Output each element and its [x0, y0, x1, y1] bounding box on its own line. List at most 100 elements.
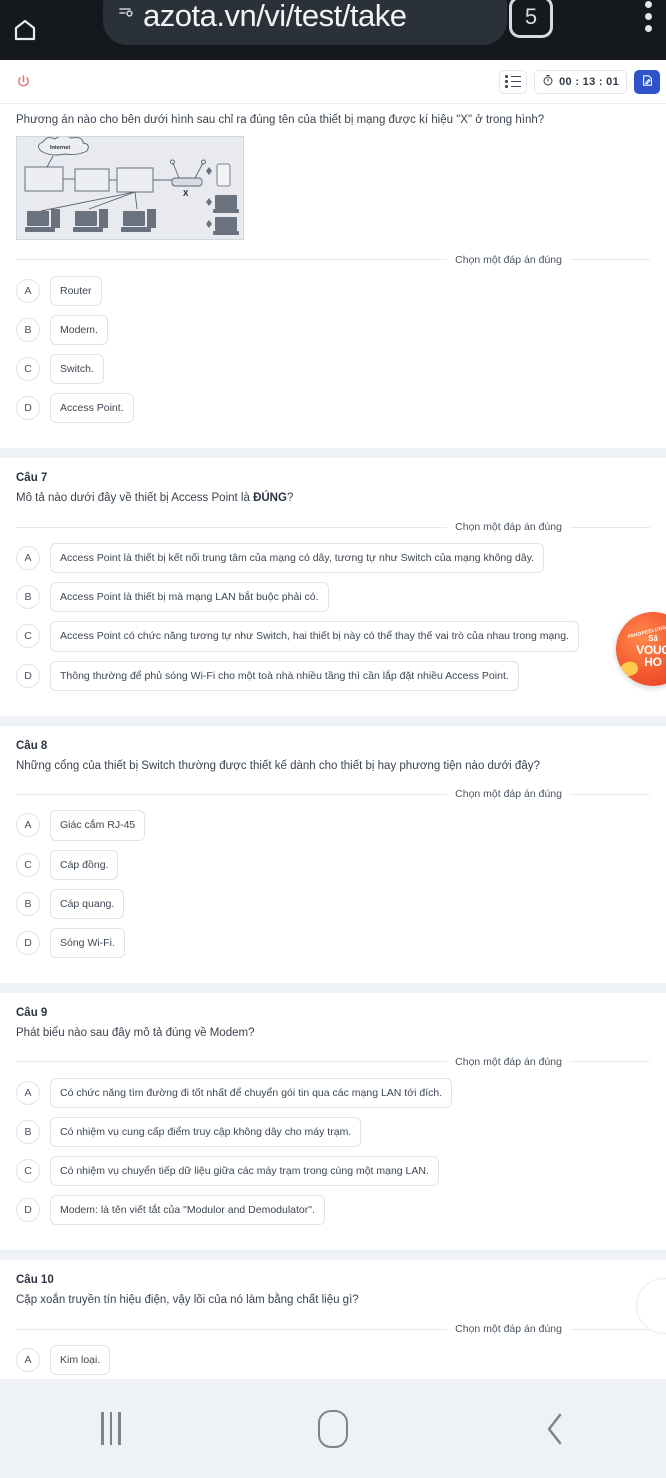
option-text[interactable]: Cáp đồng.: [50, 849, 119, 880]
recents-button[interactable]: [0, 1379, 222, 1478]
option-letter[interactable]: A: [16, 1080, 40, 1105]
option-row[interactable]: B Modem.: [16, 314, 650, 346]
option-letter[interactable]: B: [16, 317, 40, 342]
kebab-menu-icon[interactable]: [636, 0, 660, 38]
option-text[interactable]: Modem.: [50, 314, 108, 346]
option-text[interactable]: Sóng Wi-Fi.: [50, 927, 125, 959]
option-row[interactable]: D Modem: là tên viết tắt của "Modulor an…: [16, 1195, 650, 1226]
option-text[interactable]: Có nhiệm vụ cung cấp điểm truy cập không…: [50, 1116, 362, 1148]
option-row[interactable]: A Router: [16, 275, 650, 306]
option-text[interactable]: Có chức năng tìm đường đi tốt nhất để ch…: [50, 1077, 453, 1108]
question-text: Mô tả nào dưới đây về thiết bị Access Po…: [16, 490, 650, 507]
option-text[interactable]: Kim loại.: [50, 1345, 111, 1376]
option-text[interactable]: Router: [50, 275, 102, 306]
option-text[interactable]: Thông thường để phủ sóng Wi-Fi cho một t…: [50, 660, 519, 691]
option-text[interactable]: Modem: là tên viết tắt của "Modulor and …: [50, 1195, 325, 1226]
options-list: A Kim loại. C Sợi thủy tinh. B Nhựa tổng…: [16, 1345, 650, 1379]
choose-answer-label: Chọn một đáp án đúng: [455, 1323, 562, 1336]
timer-value: 00 : 13 : 01: [559, 75, 619, 88]
option-letter[interactable]: A: [16, 278, 40, 303]
option-letter[interactable]: D: [16, 1198, 40, 1223]
divider-line-left: [16, 1328, 448, 1330]
ad-line-1: #SHOPEELUNGLINH: [626, 621, 666, 641]
svg-text:Internet: Internet: [50, 145, 70, 151]
option-text[interactable]: Access Point.: [50, 393, 134, 424]
option-row[interactable]: C Cáp đồng.: [16, 849, 650, 880]
choose-answer-label: Chọn một đáp án đúng: [455, 253, 562, 266]
choose-answer-label: Chọn một đáp án đúng: [455, 521, 562, 534]
option-text[interactable]: Access Point là thiết bị mà mạng LAN bắt…: [50, 582, 329, 613]
network-diagram-image: Internet X: [16, 135, 244, 240]
options-list: A Access Point là thiết bị kết nối trung…: [16, 543, 650, 691]
question-text: Cặp xoắn truyền tín hiệu điện, vậy lõi c…: [16, 1294, 359, 1307]
divider-line-left: [16, 1061, 448, 1063]
tab-count-button[interactable]: 5: [509, 0, 553, 38]
options-list: A Router B Modem. C Switch. D Access Poi…: [16, 275, 650, 424]
divider-line-left: [16, 259, 448, 261]
url-text: azota.vn/vi/test/take: [143, 0, 407, 33]
option-row[interactable]: D Thông thường để phủ sóng Wi-Fi cho một…: [16, 660, 650, 691]
option-letter[interactable]: C: [16, 852, 40, 877]
back-button[interactable]: [444, 1379, 666, 1478]
timer-display: 00 : 13 : 01: [534, 69, 627, 94]
option-letter[interactable]: B: [16, 1120, 40, 1144]
option-text[interactable]: Có nhiệm vụ chuyển tiếp dữ liệu giữa các…: [50, 1156, 439, 1187]
option-row[interactable]: B Access Point là thiết bị mà mạng LAN b…: [16, 582, 650, 613]
option-row[interactable]: A Giác cắm RJ-45: [16, 810, 650, 841]
divider-line-left: [16, 793, 448, 795]
option-letter[interactable]: C: [16, 624, 40, 649]
power-icon[interactable]: [10, 69, 36, 95]
choose-answer-divider: Chọn một đáp án đúng: [16, 254, 650, 266]
home-button[interactable]: [222, 1379, 444, 1478]
browser-home-icon[interactable]: [0, 0, 50, 60]
android-navigation-bar: [0, 1379, 666, 1478]
divider-line-right: [570, 259, 650, 261]
question-card: Câu 10 Cặp xoắn truyền tín hiệu điện, vậ…: [0, 1260, 666, 1379]
option-letter[interactable]: A: [16, 1348, 40, 1373]
page-info-icon[interactable]: [117, 4, 135, 27]
option-text[interactable]: Access Point là thiết bị kết nối trung t…: [50, 543, 545, 574]
question-text-part: ?: [286, 492, 294, 505]
option-letter[interactable]: B: [16, 585, 40, 610]
choose-answer-divider: Chọn một đáp án đúng: [16, 1056, 650, 1068]
option-text[interactable]: Access Point có chức năng tương tự như S…: [50, 621, 579, 652]
option-row[interactable]: C Có nhiệm vụ chuyển tiếp dữ liệu giữa c…: [16, 1156, 650, 1187]
question-emphasis: ĐÚNG: [253, 492, 287, 505]
option-row[interactable]: C Access Point có chức năng tương tự như…: [16, 621, 650, 652]
divider-line-right: [570, 793, 650, 795]
option-letter[interactable]: C: [16, 1159, 40, 1184]
option-letter[interactable]: C: [16, 357, 40, 382]
option-row[interactable]: A Có chức năng tìm đường đi tốt nhất để …: [16, 1077, 650, 1108]
section-gap: [0, 1250, 666, 1261]
option-row[interactable]: B Có nhiệm vụ cung cấp điểm truy cập khô…: [16, 1116, 650, 1148]
option-letter[interactable]: D: [16, 663, 40, 688]
section-gap: [0, 448, 666, 459]
option-letter[interactable]: D: [16, 396, 40, 421]
choose-answer-label: Chọn một đáp án đúng: [455, 788, 562, 801]
question-list-icon[interactable]: [499, 69, 528, 94]
option-row[interactable]: B Cáp quang.: [16, 888, 650, 919]
browser-url-bar[interactable]: azota.vn/vi/test/take: [103, 0, 507, 45]
option-text[interactable]: Giác cắm RJ-45: [50, 810, 146, 841]
option-row[interactable]: D Access Point.: [16, 393, 650, 424]
option-letter[interactable]: A: [16, 813, 40, 838]
divider-line-right: [570, 1328, 650, 1330]
option-text[interactable]: Cáp quang.: [50, 888, 125, 919]
submit-test-button[interactable]: [634, 69, 660, 94]
option-letter[interactable]: B: [16, 891, 40, 916]
option-row[interactable]: D Sóng Wi-Fi.: [16, 927, 650, 959]
question-number: Câu 9: [16, 1007, 48, 1020]
option-letter[interactable]: D: [16, 930, 40, 955]
back-icon: [542, 1409, 568, 1449]
option-row[interactable]: A Kim loại.: [16, 1345, 650, 1376]
option-letter[interactable]: A: [16, 546, 40, 571]
tab-count-label: 5: [524, 4, 538, 29]
question-number: Câu 7: [16, 472, 48, 485]
questions-scroll-area[interactable]: Phương án nào cho bên dưới hình sau chỉ …: [0, 104, 666, 1379]
option-text[interactable]: Switch.: [50, 354, 104, 385]
option-row[interactable]: C Switch.: [16, 354, 650, 385]
header-actions: 00 : 13 : 01: [499, 69, 662, 94]
question-number: Câu 10: [16, 1274, 54, 1287]
question-card: Câu 9 Phát biểu nào sau đây mô tả đúng v…: [0, 993, 666, 1251]
option-row[interactable]: A Access Point là thiết bị kết nối trung…: [16, 543, 650, 574]
